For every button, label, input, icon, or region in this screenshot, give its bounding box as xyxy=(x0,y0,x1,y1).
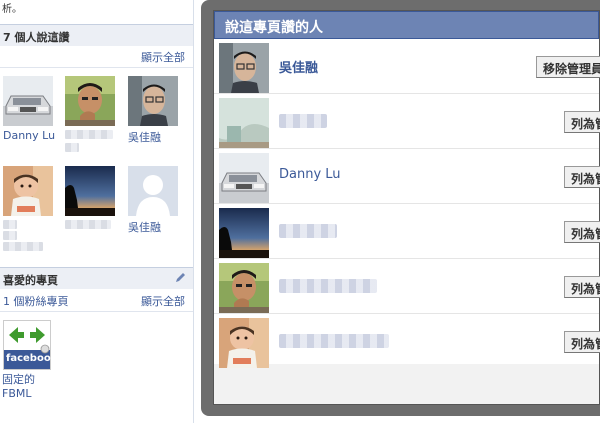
fbml-name-line1[interactable]: 固定的 xyxy=(2,373,35,387)
friend-tile[interactable]: 吳佳融 xyxy=(128,166,184,235)
dialog-title: 說這專頁讚的人 xyxy=(214,11,599,39)
friend-name[interactable]: 吳佳融 xyxy=(128,129,184,145)
liker-avatar[interactable] xyxy=(219,263,269,313)
sidebar: 析。 7 個人說這讚 顯示全部 Danny Lu 吳佳融 吳佳融 喜愛的專頁 1… xyxy=(0,0,194,423)
liker-avatar[interactable] xyxy=(219,208,269,258)
fbml-icon-label: facebook xyxy=(6,353,58,364)
liker-name[interactable]: Danny Lu xyxy=(279,167,341,182)
likes-section-header: 7 個人說這讚 xyxy=(0,24,193,46)
pages-show-all-link[interactable]: 顯示全部 xyxy=(141,293,185,309)
remove-admin-button[interactable]: 移除管理員 xyxy=(536,56,600,78)
friend-name[interactable]: Danny Lu xyxy=(3,129,59,142)
pages-subheader: 1 個粉絲專頁 顯示全部 xyxy=(0,293,193,309)
likes-show-all-link[interactable]: 顯示全部 xyxy=(141,49,185,65)
friend-tile[interactable] xyxy=(3,166,59,251)
blurred-liker-name xyxy=(279,334,389,348)
liker-row: 列為管理員 xyxy=(214,94,600,149)
liker-row: 列為管理員 xyxy=(214,259,600,314)
liker-avatar[interactable] xyxy=(219,43,269,93)
pages-section-header: 喜愛的專頁 xyxy=(0,267,193,289)
friend-tile[interactable] xyxy=(65,76,121,152)
blurred-name xyxy=(65,130,113,139)
friend-photo-baby[interactable] xyxy=(3,166,53,216)
likes-section-title: 7 個人說這讚 xyxy=(3,31,70,44)
liker-row: 吳佳融 移除管理員 xyxy=(214,39,600,94)
friend-photo-man-hand[interactable] xyxy=(65,76,115,126)
blurred-name xyxy=(3,220,17,229)
liker-row: Danny Lu 列為管理員 xyxy=(214,149,600,204)
friend-photo-default-avatar[interactable] xyxy=(128,166,178,216)
fan-pages-count-link[interactable]: 1 個粉絲專頁 xyxy=(3,293,69,309)
fbml-page-link[interactable]: 固定的 FBML xyxy=(2,373,35,401)
dialog-body: 吳佳融 移除管理員 列為管理員 xyxy=(214,39,600,368)
make-admin-button[interactable]: 列為管理員 xyxy=(564,166,600,188)
blurred-liker-name xyxy=(279,114,327,128)
fbml-app-icon[interactable]: facebook xyxy=(3,320,57,370)
divider xyxy=(0,311,193,312)
likes-subheader: 顯示全部 xyxy=(0,49,193,65)
liker-avatar[interactable] xyxy=(219,98,269,148)
blurred-name xyxy=(65,220,111,229)
friend-tile[interactable] xyxy=(65,166,121,229)
make-admin-button[interactable]: 列為管理員 xyxy=(564,276,600,298)
blurred-liker-name xyxy=(279,279,377,293)
blurred-name xyxy=(3,231,17,240)
liker-name[interactable]: 吳佳融 xyxy=(279,57,318,76)
likers-dialog: 說這專頁讚的人 吳佳融 移除管理員 列為 Danny Lu 列為 列為 列為 列… xyxy=(213,10,600,405)
truncated-text: 析。 xyxy=(2,4,22,15)
friend-photo-man-glasses[interactable] xyxy=(128,76,178,126)
fbml-name-line2[interactable]: FBML xyxy=(2,387,35,401)
make-admin-button[interactable]: 列為管理員 xyxy=(564,221,600,243)
make-admin-button[interactable]: 列為管理員 xyxy=(564,331,600,353)
divider xyxy=(0,67,193,68)
make-admin-button[interactable]: 列為管理員 xyxy=(564,111,600,133)
liker-row: 列為管理員 xyxy=(214,204,600,259)
liker-avatar[interactable] xyxy=(219,318,269,368)
friend-photo-car[interactable] xyxy=(3,76,53,126)
pencil-icon[interactable] xyxy=(175,272,186,283)
blurred-name xyxy=(65,143,79,152)
friend-tile[interactable]: 吳佳融 xyxy=(128,76,184,145)
liker-avatar[interactable] xyxy=(219,153,269,203)
friend-tile[interactable]: Danny Lu xyxy=(3,76,59,142)
blurred-liker-name xyxy=(279,224,337,238)
blurred-name xyxy=(3,242,43,251)
pages-section-title: 喜愛的專頁 xyxy=(3,274,58,287)
friend-photo-silhouette-dusk[interactable] xyxy=(65,166,115,216)
friend-name[interactable]: 吳佳融 xyxy=(128,219,184,235)
liker-row: 列為管理員 xyxy=(214,314,600,369)
